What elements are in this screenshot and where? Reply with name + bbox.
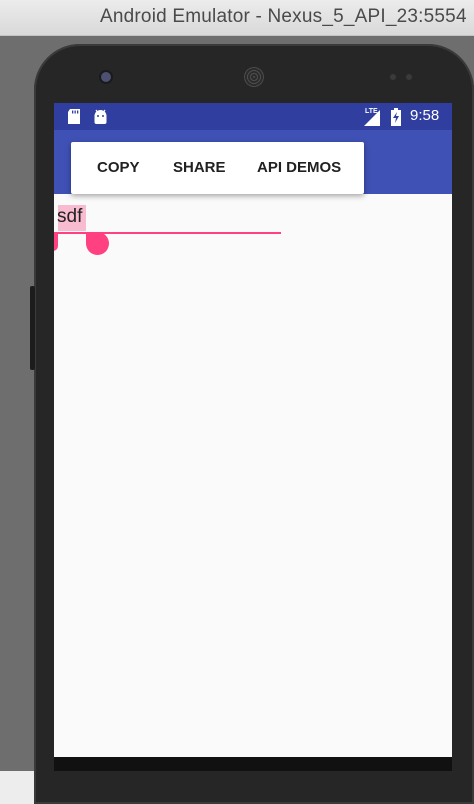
proximity-sensor-icon [390,74,396,80]
status-bar: LTE 9:58 [54,103,452,130]
status-time: 9:58 [410,107,440,124]
android-icon [94,109,107,124]
selection-start-handle[interactable] [54,234,58,251]
text-selection-menu: COPY SHARE API DEMOS [71,142,364,194]
edit-text-field[interactable]: sdf [57,206,82,228]
phone-volume-button[interactable] [30,286,35,370]
emulator-window-titlebar[interactable]: Android Emulator - Nexus_5_API_23:5554 [0,0,474,36]
device-screen[interactable]: LTE 9:58 COPY SHARE API DEMOS sdf [54,103,452,771]
selection-end-handle[interactable] [86,232,109,255]
window-title: Android Emulator - Nexus_5_API_23:5554 [100,6,467,27]
light-sensor-icon [406,74,412,80]
signal-icon [364,110,380,126]
phone-bottom-bezel [54,757,452,771]
copy-menu-item[interactable]: COPY [97,159,140,176]
share-menu-item[interactable]: SHARE [173,159,226,176]
earpiece-speaker-icon [244,67,264,87]
battery-charging-icon [391,108,401,126]
sd-card-icon [68,109,80,124]
front-camera-icon [101,72,111,82]
api-demos-menu-item[interactable]: API DEMOS [257,159,341,176]
